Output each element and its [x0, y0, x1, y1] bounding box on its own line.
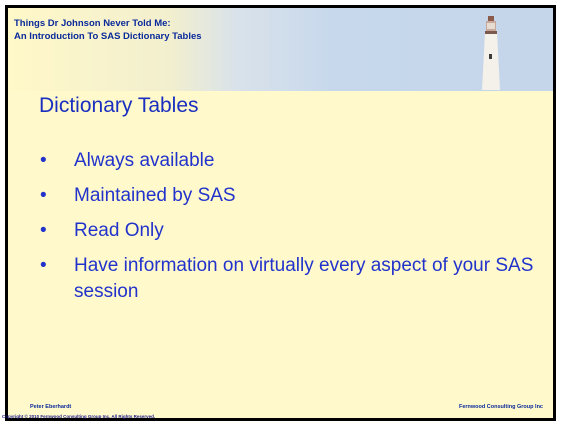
presentation-title-line2: An Introduction To SAS Dictionary Tables: [14, 31, 202, 42]
list-item: • Have information on virtually every as…: [34, 253, 534, 305]
bullet-dot-icon: •: [40, 150, 47, 171]
slide-frame: Things Dr Johnson Never Told Me: An Intr…: [5, 5, 556, 421]
bullet-text: Have information on virtually every aspe…: [74, 255, 534, 302]
bullet-dot-icon: •: [40, 255, 47, 276]
lighthouse-icon: [482, 16, 500, 90]
slide-title: Dictionary Tables: [39, 94, 199, 117]
copyright-notice: Copyright © 2010 Fernwood Consulting Gro…: [2, 414, 156, 419]
list-item: • Always available: [34, 148, 534, 174]
bullet-text: Maintained by SAS: [74, 185, 236, 206]
company-name: Fernwood Consulting Group Inc: [458, 404, 543, 410]
presentation-title-line1: Things Dr Johnson Never Told Me:: [14, 18, 171, 29]
presentation-title: Things Dr Johnson Never Told Me: An Intr…: [14, 17, 202, 43]
bullet-dot-icon: •: [40, 220, 47, 241]
presenter-name: Peter Eberhardt: [30, 404, 72, 410]
bullet-text: Always available: [74, 150, 215, 171]
bullet-dot-icon: •: [40, 185, 47, 206]
list-item: • Read Only: [34, 218, 534, 244]
bullet-list: • Always available • Maintained by SAS •…: [34, 148, 534, 314]
slide: Things Dr Johnson Never Told Me: An Intr…: [8, 8, 553, 418]
list-item: • Maintained by SAS: [34, 183, 534, 209]
bullet-text: Read Only: [74, 220, 164, 241]
